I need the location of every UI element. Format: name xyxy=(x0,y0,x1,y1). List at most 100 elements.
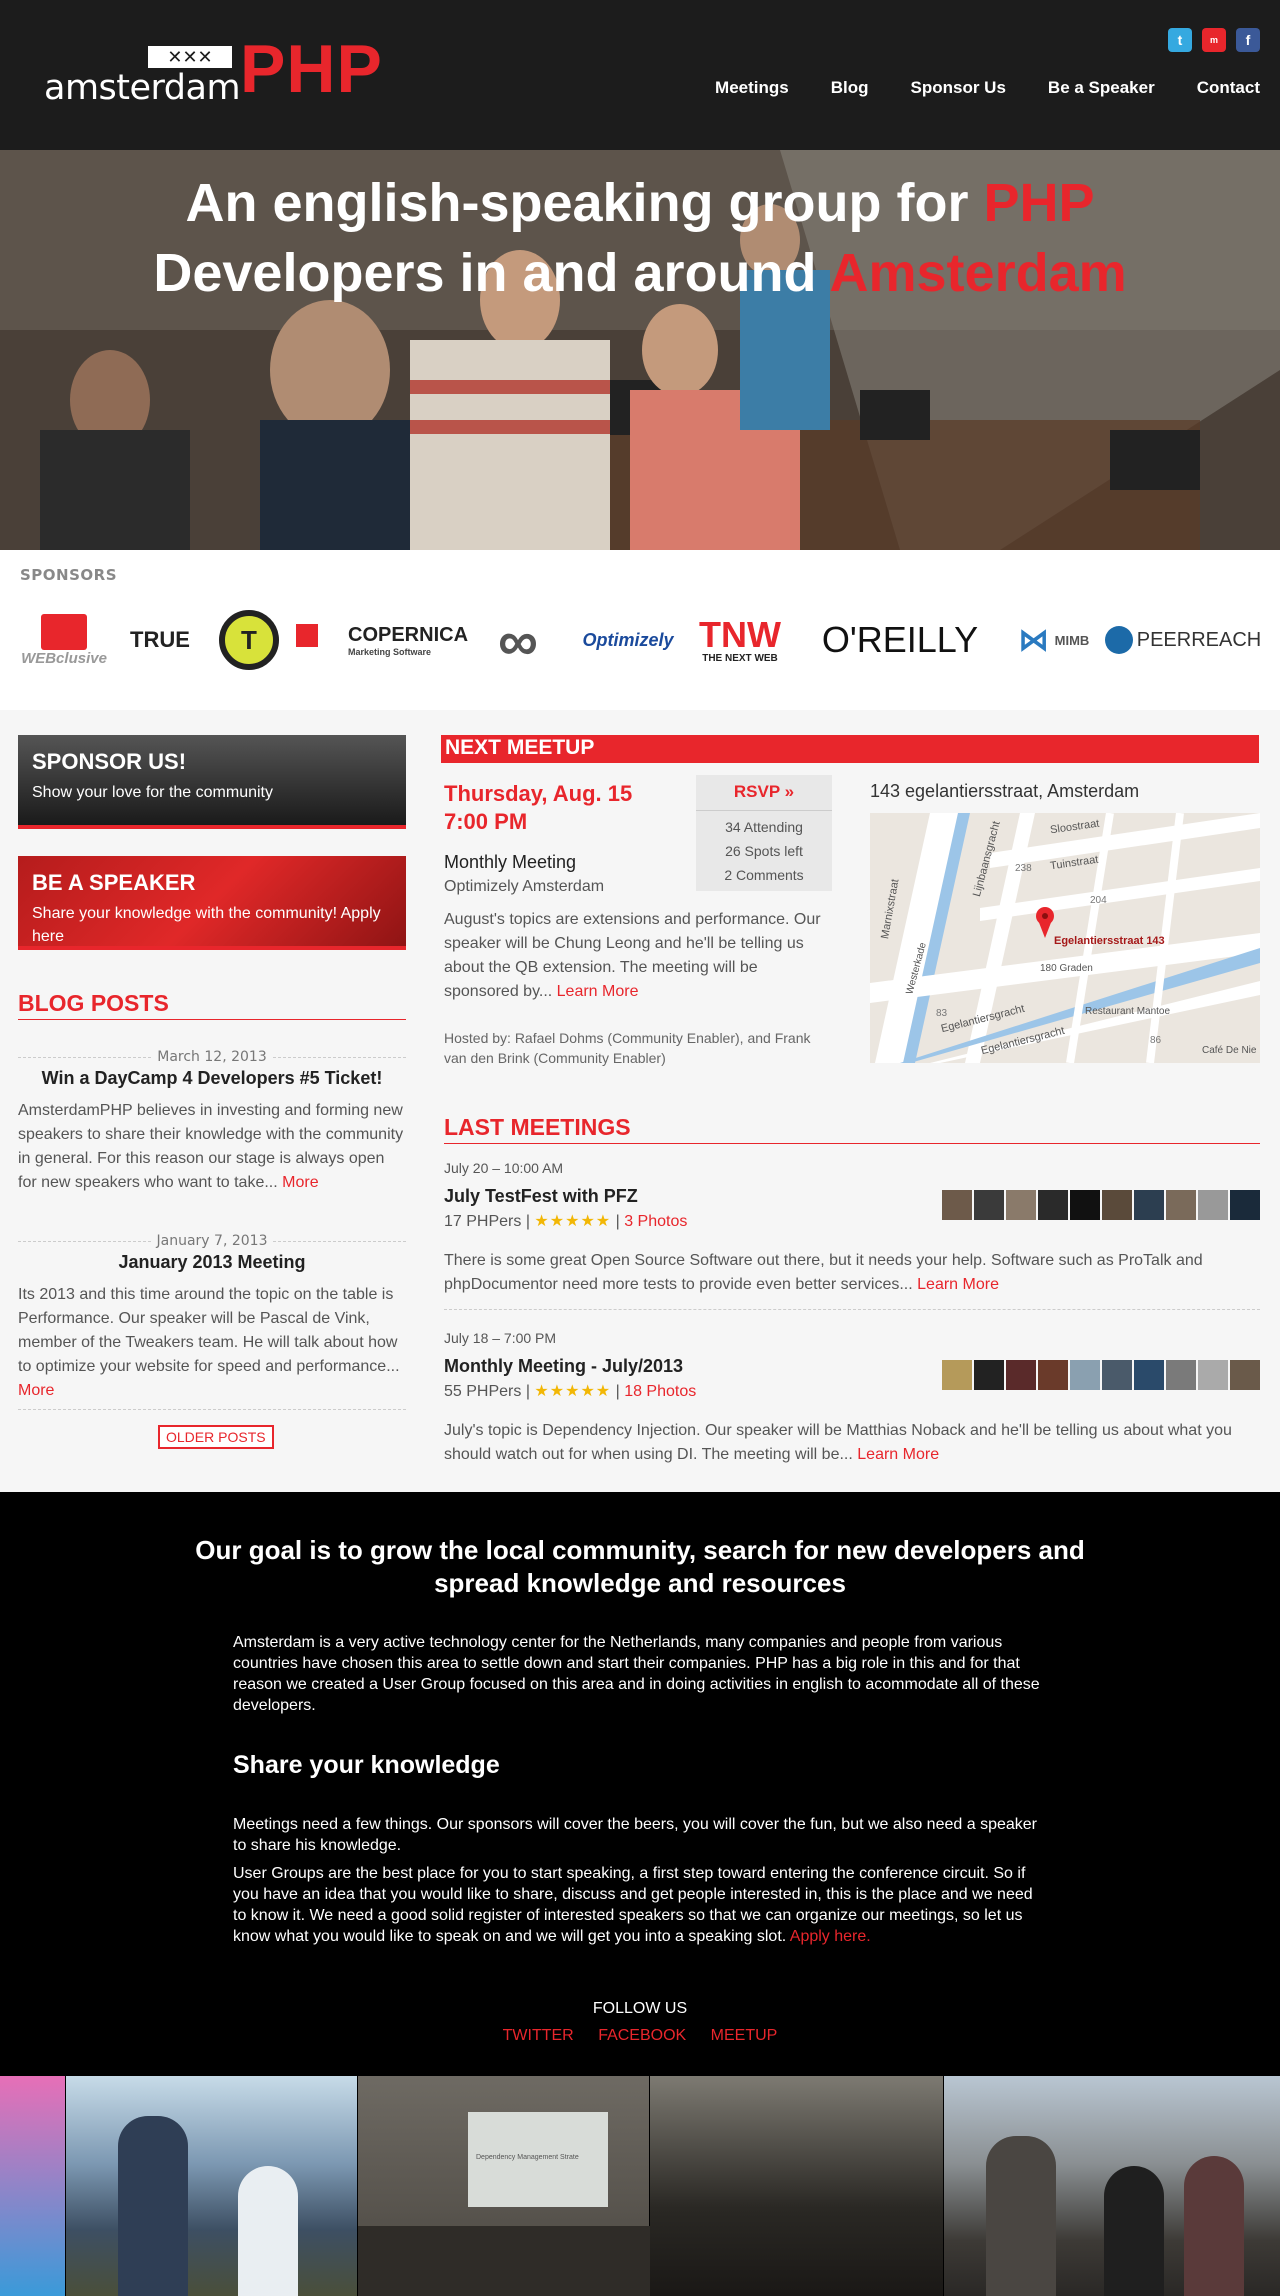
meetup-name[interactable]: Monthly Meeting xyxy=(444,852,576,873)
meetup-description: August's topics are extensions and perfo… xyxy=(444,911,821,1000)
meeting-time: July 18 – 7:00 PM xyxy=(444,1330,557,1346)
photos-link[interactable]: 3 Photos xyxy=(624,1213,687,1230)
sponsor-oreilly[interactable]: O'REILLY xyxy=(812,608,988,672)
meeting-learn-more[interactable]: Learn More xyxy=(917,1276,999,1293)
map-label: 204 xyxy=(1090,895,1107,906)
sponsor-us-title: SPONSOR US! xyxy=(32,749,187,774)
speaking-paragraph: User Groups are the best place for you t… xyxy=(233,1865,1033,1945)
hero-banner: An english-speaking group for PHP Develo… xyxy=(0,150,1280,550)
post-title[interactable]: Win a DayCamp 4 Developers #5 Ticket! xyxy=(18,1068,406,1089)
logo-city: amsterdam xyxy=(44,68,241,108)
photos-link[interactable]: 18 Photos xyxy=(624,1383,696,1400)
meetup-learn-more[interactable]: Learn More xyxy=(557,983,639,1000)
avatar[interactable] xyxy=(942,1360,972,1390)
meeting-description: There is some great Open Source Software… xyxy=(444,1252,1203,1293)
avatar[interactable] xyxy=(942,1190,972,1220)
post-more-link[interactable]: More xyxy=(18,1382,54,1399)
meeting-time: July 20 – 10:00 AM xyxy=(444,1160,564,1176)
sponsors-label: SPONSORS xyxy=(20,566,118,584)
avatar[interactable] xyxy=(1134,1360,1164,1390)
gallery-photo[interactable] xyxy=(66,2076,358,2296)
logo-crosses: ✕✕✕ xyxy=(148,46,232,68)
posts-divider xyxy=(18,1409,406,1410)
map-pin-label: Egelantiersstraat 143 xyxy=(1054,935,1165,947)
twitter-icon[interactable]: t xyxy=(1168,28,1192,52)
sponsor-tnw[interactable]: TNW THE NEXT WEB xyxy=(690,608,790,672)
nav-be-a-speaker[interactable]: Be a Speaker xyxy=(1048,78,1155,98)
spots-left: 26 Spots left xyxy=(725,843,803,859)
rsvp-button[interactable]: RSVP » xyxy=(696,775,832,811)
nav-sponsor-us[interactable]: Sponsor Us xyxy=(911,78,1006,98)
older-posts-button[interactable]: OLDER POSTS xyxy=(158,1425,274,1449)
avatar[interactable] xyxy=(1070,1190,1100,1220)
hero-amsterdam: Amsterdam xyxy=(829,243,1127,303)
map-label: 180 Graden xyxy=(1040,963,1093,974)
location-map[interactable]: Egelantiersstraat 143 Sloostraat Tuinstr… xyxy=(870,813,1260,1063)
avatar[interactable] xyxy=(1198,1360,1228,1390)
avatar[interactable] xyxy=(1070,1360,1100,1390)
follow-meetup-link[interactable]: MEETUP xyxy=(711,2027,778,2044)
nav-meetings[interactable]: Meetings xyxy=(715,78,789,98)
nav-contact[interactable]: Contact xyxy=(1197,78,1260,98)
sponsor-peerreach[interactable]: PEERREACH xyxy=(1104,608,1262,672)
facebook-icon[interactable]: f xyxy=(1236,28,1260,52)
avatar[interactable] xyxy=(1134,1190,1164,1220)
blog-post: January 7, 2013 January 2013 Meeting Its… xyxy=(18,1233,406,1403)
photo-person xyxy=(238,2166,298,2296)
avatar[interactable] xyxy=(1038,1360,1068,1390)
follow-facebook-link[interactable]: FACEBOOK xyxy=(598,2027,686,2044)
next-meetup-heading: NEXT MEETUP xyxy=(445,736,595,759)
meeting-item: July 18 – 7:00 PM Monthly Meeting - July… xyxy=(444,1330,1260,1467)
avatar[interactable] xyxy=(1198,1190,1228,1220)
post-title[interactable]: January 2013 Meeting xyxy=(18,1252,406,1273)
meeting-learn-more[interactable]: Learn More xyxy=(857,1446,939,1463)
sponsor-optimizely[interactable]: Optimizely xyxy=(578,608,678,672)
gallery-photo[interactable] xyxy=(650,2076,944,2296)
avatar[interactable] xyxy=(1006,1190,1036,1220)
follow-twitter-link[interactable]: TWITTER xyxy=(503,2027,574,2044)
avatar[interactable] xyxy=(1038,1190,1068,1220)
post-more-link[interactable]: More xyxy=(282,1174,318,1191)
photo-person xyxy=(986,2136,1056,2296)
avatar[interactable] xyxy=(974,1360,1004,1390)
apply-here-link[interactable]: Apply here. xyxy=(790,1928,871,1945)
photo-audience xyxy=(358,2226,650,2296)
gallery-photo[interactable] xyxy=(0,2076,66,2296)
blog-posts-heading: BLOG POSTS xyxy=(18,990,406,1020)
meetup-date: Thursday, Aug. 15 7:00 PM xyxy=(444,781,633,834)
meetup-icon[interactable]: m xyxy=(1202,28,1226,52)
avatar[interactable] xyxy=(1006,1360,1036,1390)
meeting-item: July 20 – 10:00 AM July TestFest with PF… xyxy=(444,1160,1260,1297)
share-knowledge-heading: Share your knowledge xyxy=(233,1751,500,1779)
sponsor-mimb[interactable]: ⋈ MIMB xyxy=(1004,608,1104,672)
be-a-speaker-promo[interactable]: BE A SPEAKER Share your knowledge with t… xyxy=(18,856,406,950)
share-paragraph: Meetings need a few things. Our sponsors… xyxy=(233,1816,1037,1854)
sponsor-us-promo[interactable]: SPONSOR US! Show your love for the commu… xyxy=(18,735,406,829)
nav-blog[interactable]: Blog xyxy=(831,78,869,98)
avatar[interactable] xyxy=(974,1190,1004,1220)
avatar[interactable] xyxy=(1102,1360,1132,1390)
photo-person xyxy=(1184,2156,1244,2296)
be-a-speaker-text: Share your knowledge with the community!… xyxy=(32,905,381,945)
sponsor-webclusive[interactable]: WEBclusive xyxy=(18,608,110,672)
gallery-photo[interactable] xyxy=(944,2076,1280,2296)
avatar[interactable] xyxy=(1230,1190,1260,1220)
social-links: t m f xyxy=(1168,28,1260,52)
sponsor-us-text: Show your love for the community xyxy=(32,784,273,801)
hero-line2: Developers in and around xyxy=(153,243,830,303)
meetup-hosts: Hosted by: Rafael Dohms (Community Enabl… xyxy=(444,1030,811,1066)
gallery-photo[interactable]: Dependency Management Strate xyxy=(358,2076,650,2296)
hero-php: PHP xyxy=(983,173,1095,233)
sponsor-true[interactable]: TRUE xyxy=(124,608,196,672)
sponsor-copernica[interactable]: COPERNICA Marketing Software xyxy=(296,608,468,672)
about-paragraph: Amsterdam is a very active technology ce… xyxy=(233,1634,1040,1714)
avatar[interactable] xyxy=(1102,1190,1132,1220)
sponsor-t[interactable]: T xyxy=(214,608,284,672)
logo-php: PHP xyxy=(240,31,383,107)
avatar[interactable] xyxy=(1166,1360,1196,1390)
comments-count[interactable]: 2 Comments xyxy=(696,863,832,887)
sponsor-infinity[interactable]: ∞ xyxy=(476,608,560,672)
meetings-divider xyxy=(444,1309,1260,1310)
avatar[interactable] xyxy=(1166,1190,1196,1220)
avatar[interactable] xyxy=(1230,1360,1260,1390)
